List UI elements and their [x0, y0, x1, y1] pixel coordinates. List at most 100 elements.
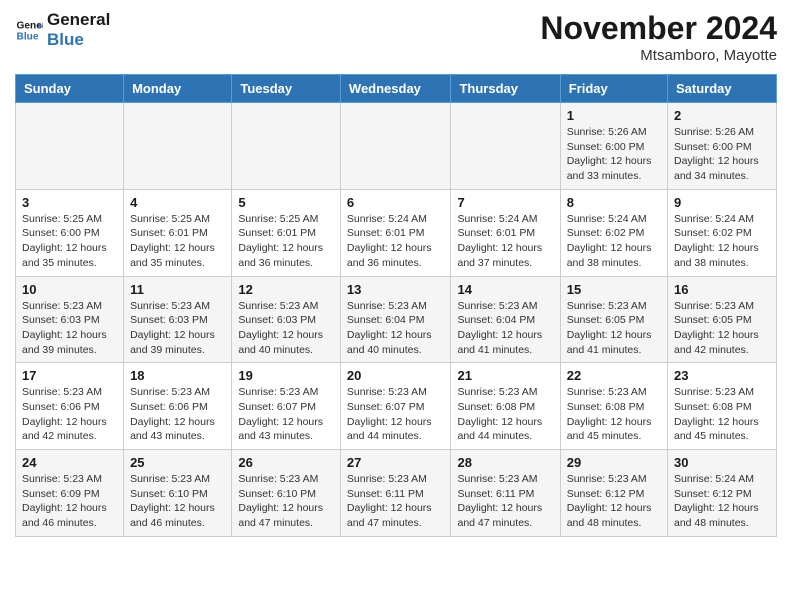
- day-info: Sunrise: 5:23 AMSunset: 6:11 PMDaylight:…: [457, 472, 553, 531]
- calendar-cell: [16, 103, 124, 190]
- day-info: Sunrise: 5:23 AMSunset: 6:03 PMDaylight:…: [238, 299, 334, 358]
- calendar-table: SundayMondayTuesdayWednesdayThursdayFrid…: [15, 74, 777, 537]
- day-info: Sunrise: 5:23 AMSunset: 6:05 PMDaylight:…: [674, 299, 770, 358]
- calendar-cell: 7 Sunrise: 5:24 AMSunset: 6:01 PMDaylight…: [451, 189, 560, 276]
- day-info: Sunrise: 5:23 AMSunset: 6:06 PMDaylight:…: [130, 385, 225, 444]
- day-info: Sunrise: 5:23 AMSunset: 6:10 PMDaylight:…: [130, 472, 225, 531]
- day-number: 12: [238, 282, 334, 297]
- day-number: 22: [567, 368, 661, 383]
- logo-icon: General Blue: [15, 16, 43, 44]
- page: General Blue General Blue November 2024 …: [0, 0, 792, 552]
- day-number: 20: [347, 368, 445, 383]
- calendar-week-row: 1Sunrise: 5:26 AMSunset: 6:00 PMDaylight…: [16, 103, 777, 190]
- header: General Blue General Blue November 2024 …: [15, 10, 777, 64]
- day-number: 29: [567, 455, 661, 470]
- calendar-cell: 1Sunrise: 5:26 AMSunset: 6:00 PMDaylight…: [560, 103, 667, 190]
- calendar-cell: 28 Sunrise: 5:23 AMSunset: 6:11 PMDayligh…: [451, 450, 560, 537]
- calendar-cell: 12 Sunrise: 5:23 AMSunset: 6:03 PMDayligh…: [232, 276, 341, 363]
- day-info: Sunrise: 5:23 AMSunset: 6:11 PMDaylight:…: [347, 472, 445, 531]
- calendar-cell: 27Sunrise: 5:23 AMSunset: 6:11 PMDayligh…: [340, 450, 451, 537]
- calendar-cell: 5 Sunrise: 5:25 AMSunset: 6:01 PMDaylight…: [232, 189, 341, 276]
- day-number: 23: [674, 368, 770, 383]
- calendar-week-row: 10Sunrise: 5:23 AMSunset: 6:03 PMDayligh…: [16, 276, 777, 363]
- day-info: Sunrise: 5:24 AMSunset: 6:02 PMDaylight:…: [567, 212, 661, 271]
- day-info: Sunrise: 5:23 AMSunset: 6:08 PMDaylight:…: [674, 385, 770, 444]
- day-info: Sunrise: 5:23 AMSunset: 6:09 PMDaylight:…: [22, 472, 117, 531]
- day-info: Sunrise: 5:23 AMSunset: 6:08 PMDaylight:…: [567, 385, 661, 444]
- day-info: Sunrise: 5:25 AMSunset: 6:00 PMDaylight:…: [22, 212, 117, 271]
- day-header-tuesday: Tuesday: [232, 75, 341, 103]
- day-info: Sunrise: 5:26 AMSunset: 6:00 PMDaylight:…: [674, 125, 770, 184]
- calendar-cell: 8 Sunrise: 5:24 AMSunset: 6:02 PMDaylight…: [560, 189, 667, 276]
- day-number: 15: [567, 282, 661, 297]
- day-header-monday: Monday: [124, 75, 232, 103]
- calendar-cell: 16 Sunrise: 5:23 AMSunset: 6:05 PMDayligh…: [668, 276, 777, 363]
- day-number: 6: [347, 195, 445, 210]
- day-number: 19: [238, 368, 334, 383]
- day-info: Sunrise: 5:23 AMSunset: 6:07 PMDaylight:…: [238, 385, 334, 444]
- day-number: 16: [674, 282, 770, 297]
- day-info: Sunrise: 5:23 AMSunset: 6:05 PMDaylight:…: [567, 299, 661, 358]
- calendar-header-row: SundayMondayTuesdayWednesdayThursdayFrid…: [16, 75, 777, 103]
- day-header-wednesday: Wednesday: [340, 75, 451, 103]
- calendar-cell: 25 Sunrise: 5:23 AMSunset: 6:10 PMDayligh…: [124, 450, 232, 537]
- logo: General Blue General Blue: [15, 10, 110, 49]
- calendar-cell: 19 Sunrise: 5:23 AMSunset: 6:07 PMDayligh…: [232, 363, 341, 450]
- day-number: 13: [347, 282, 445, 297]
- day-info: Sunrise: 5:23 AMSunset: 6:10 PMDaylight:…: [238, 472, 334, 531]
- calendar-cell: 18 Sunrise: 5:23 AMSunset: 6:06 PMDayligh…: [124, 363, 232, 450]
- day-header-sunday: Sunday: [16, 75, 124, 103]
- calendar-cell: 3 Sunrise: 5:25 AMSunset: 6:00 PMDaylight…: [16, 189, 124, 276]
- day-number: 26: [238, 455, 334, 470]
- day-number: 18: [130, 368, 225, 383]
- day-number: 9: [674, 195, 770, 210]
- day-number: 30: [674, 455, 770, 470]
- day-header-thursday: Thursday: [451, 75, 560, 103]
- day-info: Sunrise: 5:24 AMSunset: 6:01 PMDaylight:…: [457, 212, 553, 271]
- day-number: 8: [567, 195, 661, 210]
- day-info: Sunrise: 5:24 AMSunset: 6:12 PMDaylight:…: [674, 472, 770, 531]
- calendar-cell: [124, 103, 232, 190]
- calendar-cell: 24Sunrise: 5:23 AMSunset: 6:09 PMDayligh…: [16, 450, 124, 537]
- calendar-cell: 26 Sunrise: 5:23 AMSunset: 6:10 PMDayligh…: [232, 450, 341, 537]
- calendar-cell: 23 Sunrise: 5:23 AMSunset: 6:08 PMDayligh…: [668, 363, 777, 450]
- title-block: November 2024 Mtsamboro, Mayotte: [540, 10, 777, 64]
- day-number: 28: [457, 455, 553, 470]
- calendar-cell: [232, 103, 341, 190]
- day-info: Sunrise: 5:23 AMSunset: 6:08 PMDaylight:…: [457, 385, 553, 444]
- day-info: Sunrise: 5:23 AMSunset: 6:06 PMDaylight:…: [22, 385, 117, 444]
- month-title: November 2024: [540, 10, 777, 47]
- calendar-cell: 15 Sunrise: 5:23 AMSunset: 6:05 PMDayligh…: [560, 276, 667, 363]
- day-number: 7: [457, 195, 553, 210]
- calendar-cell: 4 Sunrise: 5:25 AMSunset: 6:01 PMDaylight…: [124, 189, 232, 276]
- calendar-cell: 13 Sunrise: 5:23 AMSunset: 6:04 PMDayligh…: [340, 276, 451, 363]
- day-info: Sunrise: 5:23 AMSunset: 6:03 PMDaylight:…: [22, 299, 117, 358]
- day-info: Sunrise: 5:23 AMSunset: 6:03 PMDaylight:…: [130, 299, 225, 358]
- calendar-cell: 10Sunrise: 5:23 AMSunset: 6:03 PMDayligh…: [16, 276, 124, 363]
- day-number: 5: [238, 195, 334, 210]
- day-info: Sunrise: 5:24 AMSunset: 6:02 PMDaylight:…: [674, 212, 770, 271]
- day-number: 4: [130, 195, 225, 210]
- calendar-week-row: 24Sunrise: 5:23 AMSunset: 6:09 PMDayligh…: [16, 450, 777, 537]
- day-info: Sunrise: 5:23 AMSunset: 6:07 PMDaylight:…: [347, 385, 445, 444]
- day-info: Sunrise: 5:25 AMSunset: 6:01 PMDaylight:…: [238, 212, 334, 271]
- calendar-cell: 21Sunrise: 5:23 AMSunset: 6:08 PMDayligh…: [451, 363, 560, 450]
- calendar-week-row: 3 Sunrise: 5:25 AMSunset: 6:00 PMDaylight…: [16, 189, 777, 276]
- day-number: 2: [674, 108, 770, 123]
- day-info: Sunrise: 5:23 AMSunset: 6:04 PMDaylight:…: [347, 299, 445, 358]
- day-info: Sunrise: 5:23 AMSunset: 6:12 PMDaylight:…: [567, 472, 661, 531]
- calendar-cell: 14Sunrise: 5:23 AMSunset: 6:04 PMDayligh…: [451, 276, 560, 363]
- day-number: 25: [130, 455, 225, 470]
- calendar-cell: 22 Sunrise: 5:23 AMSunset: 6:08 PMDayligh…: [560, 363, 667, 450]
- day-number: 3: [22, 195, 117, 210]
- calendar-cell: 17 Sunrise: 5:23 AMSunset: 6:06 PMDayligh…: [16, 363, 124, 450]
- day-info: Sunrise: 5:26 AMSunset: 6:00 PMDaylight:…: [567, 125, 661, 184]
- calendar-week-row: 17 Sunrise: 5:23 AMSunset: 6:06 PMDayligh…: [16, 363, 777, 450]
- logo-line1: General: [47, 10, 110, 30]
- calendar-cell: [451, 103, 560, 190]
- day-number: 17: [22, 368, 117, 383]
- logo-line2: Blue: [47, 30, 110, 50]
- calendar-cell: 2 Sunrise: 5:26 AMSunset: 6:00 PMDaylight…: [668, 103, 777, 190]
- day-info: Sunrise: 5:25 AMSunset: 6:01 PMDaylight:…: [130, 212, 225, 271]
- day-info: Sunrise: 5:24 AMSunset: 6:01 PMDaylight:…: [347, 212, 445, 271]
